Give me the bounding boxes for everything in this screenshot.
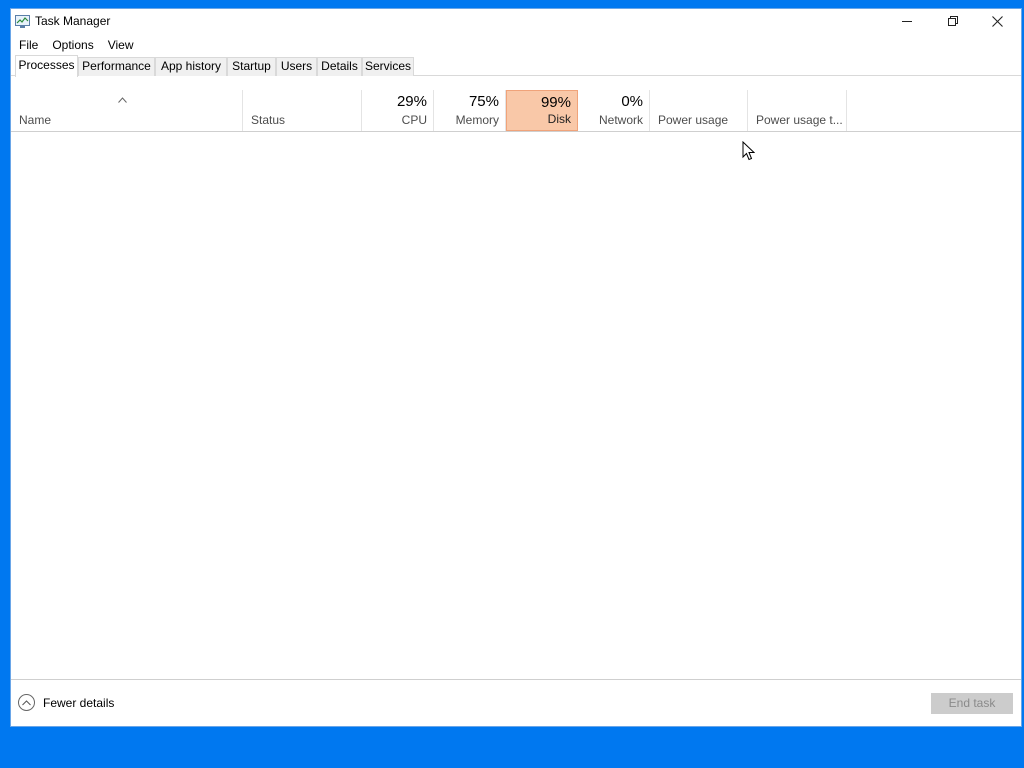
column-power-usage-trend-label: Power usage t... <box>756 113 843 127</box>
footer-bar: Fewer details End task <box>11 679 1021 727</box>
column-name[interactable]: Name <box>11 90 243 131</box>
tab-services[interactable]: Services <box>362 57 414 76</box>
restore-icon <box>948 16 958 26</box>
process-list[interactable] <box>11 132 1021 679</box>
column-network-label: Network <box>598 113 643 127</box>
task-manager-icon <box>15 15 30 28</box>
column-power-usage[interactable]: Power usage <box>650 90 748 131</box>
restore-button[interactable] <box>930 9 976 33</box>
column-status-label: Status <box>251 113 286 127</box>
column-network[interactable]: 0% Network <box>578 90 650 131</box>
cpu-percent: 29% <box>396 93 427 110</box>
column-power-usage-trend[interactable]: Power usage t... <box>748 90 847 131</box>
tab-users[interactable]: Users <box>276 57 317 76</box>
fewer-details-button[interactable]: Fewer details <box>18 694 114 711</box>
close-button[interactable] <box>974 9 1020 33</box>
column-cpu[interactable]: 29% CPU <box>362 90 434 131</box>
title-bar[interactable]: Task Manager <box>11 9 1021 35</box>
tab-processes[interactable]: Processes <box>15 55 78 77</box>
tab-startup[interactable]: Startup <box>227 57 276 76</box>
column-cpu-label: CPU <box>401 113 427 127</box>
menu-view[interactable]: View <box>101 35 141 55</box>
tab-strip: Processes Performance App history Startu… <box>11 55 1021 77</box>
menu-bar: File Options View <box>11 35 1021 55</box>
disk-percent: 99% <box>540 94 571 111</box>
column-name-label: Name <box>19 113 52 127</box>
minimize-icon <box>902 16 912 26</box>
process-column-headers: Name Status 29% CPU 75% Memory 99% Disk … <box>11 90 1021 132</box>
close-icon <box>991 15 1003 27</box>
fewer-details-label: Fewer details <box>43 695 115 710</box>
tab-app-history[interactable]: App history <box>155 57 227 76</box>
tab-details[interactable]: Details <box>317 57 362 76</box>
column-status[interactable]: Status <box>243 90 362 131</box>
minimize-button[interactable] <box>884 9 930 33</box>
column-disk-label: Disk <box>547 112 571 126</box>
mouse-cursor-icon <box>742 140 756 166</box>
end-task-button[interactable]: End task <box>931 693 1013 714</box>
column-memory[interactable]: 75% Memory <box>434 90 506 131</box>
menu-file[interactable]: File <box>11 35 45 55</box>
window-title: Task Manager <box>35 14 111 28</box>
network-percent: 0% <box>621 93 643 110</box>
column-memory-label: Memory <box>455 113 499 127</box>
chevron-up-icon <box>18 694 35 711</box>
sort-ascending-icon <box>118 94 127 106</box>
tab-performance[interactable]: Performance <box>78 57 155 76</box>
memory-percent: 75% <box>468 93 499 110</box>
column-disk[interactable]: 99% Disk <box>506 90 578 131</box>
menu-options[interactable]: Options <box>45 35 100 55</box>
task-manager-window: Task Manager File Options View Processes… <box>10 8 1022 727</box>
column-power-usage-label: Power usage <box>658 113 729 127</box>
